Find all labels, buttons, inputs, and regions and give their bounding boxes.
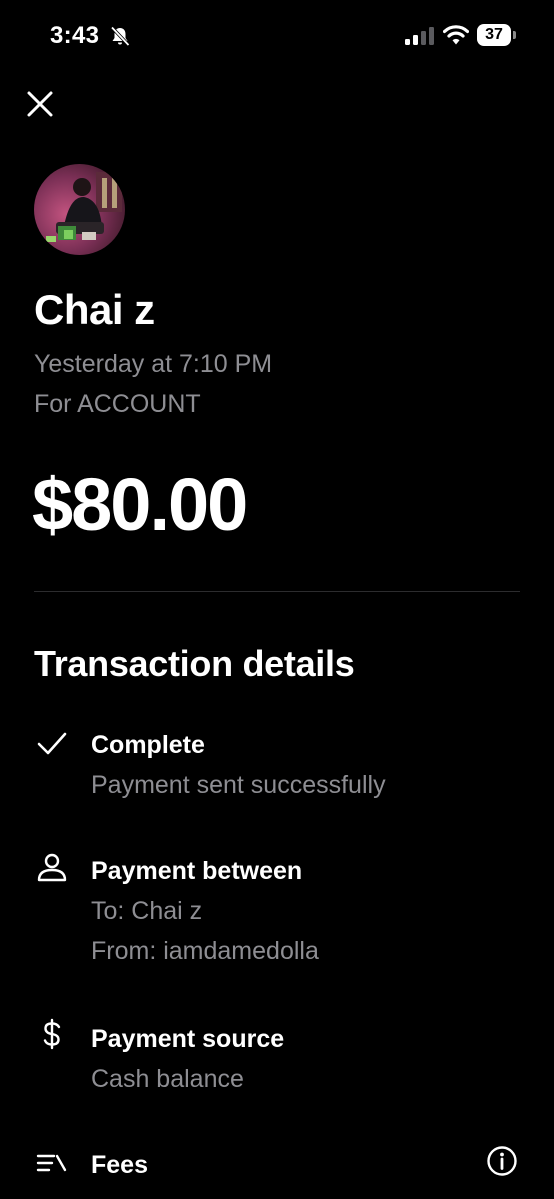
transaction-amount: $80.00 (32, 463, 248, 546)
status-bar: 3:43 37 (0, 0, 554, 72)
section-title: Transaction details (34, 643, 355, 684)
cellular-signal-icon (405, 27, 434, 45)
parties-title: Payment between (91, 857, 303, 885)
battery-level: 37 (477, 24, 511, 46)
dollar-icon (43, 1018, 61, 1050)
wifi-icon (443, 25, 469, 45)
payment-from: From: iamdamedolla (91, 937, 319, 965)
checkmark-icon (37, 732, 67, 755)
source-subtitle: Cash balance (91, 1065, 244, 1093)
status-title: Complete (91, 731, 205, 759)
recipient-name: Chai z (34, 286, 155, 333)
fees-list-icon (36, 1154, 67, 1172)
fees-title: Fees (91, 1151, 148, 1179)
transaction-date: Yesterday at 7:10 PM (34, 350, 273, 378)
source-title: Payment source (91, 1025, 285, 1053)
transaction-note: For ACCOUNT (34, 390, 201, 418)
bell-slash-icon (110, 26, 130, 47)
divider (34, 591, 520, 592)
avatar (34, 164, 125, 255)
battery-tip (513, 31, 516, 39)
close-icon[interactable] (26, 90, 54, 118)
battery-indicator: 37 (477, 24, 517, 46)
person-icon (37, 853, 67, 882)
status-subtitle: Payment sent successfully (91, 771, 386, 799)
status-time: 3:43 (50, 22, 100, 49)
payment-to: To: Chai z (91, 897, 203, 925)
avatar-photo (34, 164, 125, 255)
info-icon[interactable] (486, 1145, 518, 1177)
